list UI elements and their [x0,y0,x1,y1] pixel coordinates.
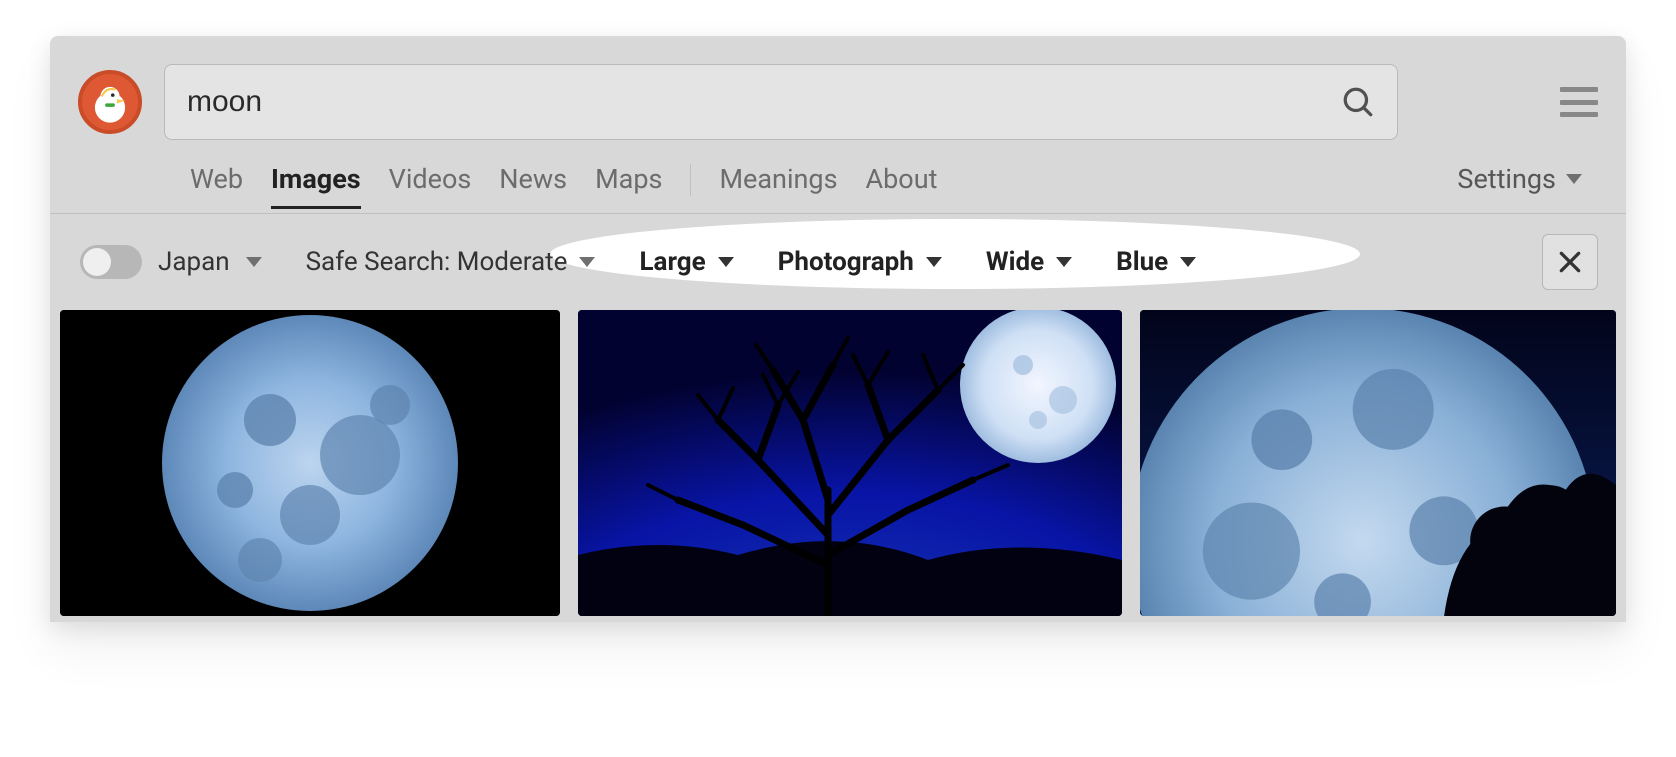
menu-button[interactable] [1560,87,1598,117]
tabs-divider [690,164,691,196]
image-results [50,310,1626,622]
layout-filter[interactable]: Wide [986,247,1072,277]
image-result[interactable] [60,310,560,616]
app-window: Web Images Videos News Maps Meanings Abo… [50,36,1626,622]
safesearch-filter[interactable]: Safe Search: Moderate [306,247,596,277]
region-toggle[interactable] [80,245,142,279]
chevron-down-icon [718,257,734,267]
color-label: Blue [1116,247,1168,277]
duckduckgo-logo[interactable] [78,70,142,134]
search-button[interactable] [1331,75,1385,129]
layout-label: Wide [986,247,1044,277]
settings-dropdown[interactable]: Settings [1457,163,1582,209]
header-bar [50,36,1626,158]
chevron-down-icon [926,257,942,267]
region-filter[interactable]: Japan [80,245,262,279]
clear-filters-button[interactable] [1542,234,1598,290]
tab-images[interactable]: Images [271,163,361,209]
type-filter[interactable]: Photograph [778,247,942,277]
tab-about[interactable]: About [866,163,938,209]
chevron-down-icon [246,257,262,267]
image-result[interactable] [578,310,1122,616]
tabs-bar: Web Images Videos News Maps Meanings Abo… [50,158,1626,214]
size-label: Large [639,247,705,277]
hamburger-icon [1560,87,1598,92]
chevron-down-icon [579,257,595,267]
chevron-down-icon [1566,174,1582,184]
search-input[interactable] [187,85,1331,119]
chevron-down-icon [1180,257,1196,267]
search-box [164,64,1398,140]
tab-web[interactable]: Web [190,163,243,209]
search-icon [1341,85,1375,119]
tab-meanings[interactable]: Meanings [719,163,837,209]
region-label: Japan [158,247,230,277]
tab-maps[interactable]: Maps [595,163,662,209]
chevron-down-icon [1056,257,1072,267]
tab-videos[interactable]: Videos [389,163,472,209]
image-result[interactable] [1140,310,1616,616]
filter-bar: Japan Safe Search: Moderate Large Photog… [50,214,1626,310]
safesearch-label: Safe Search: Moderate [306,247,568,277]
tab-news[interactable]: News [499,163,567,209]
color-filter[interactable]: Blue [1116,247,1196,277]
size-filter[interactable]: Large [639,247,733,277]
close-icon [1557,249,1583,275]
type-label: Photograph [778,247,914,277]
settings-label: Settings [1457,163,1556,195]
